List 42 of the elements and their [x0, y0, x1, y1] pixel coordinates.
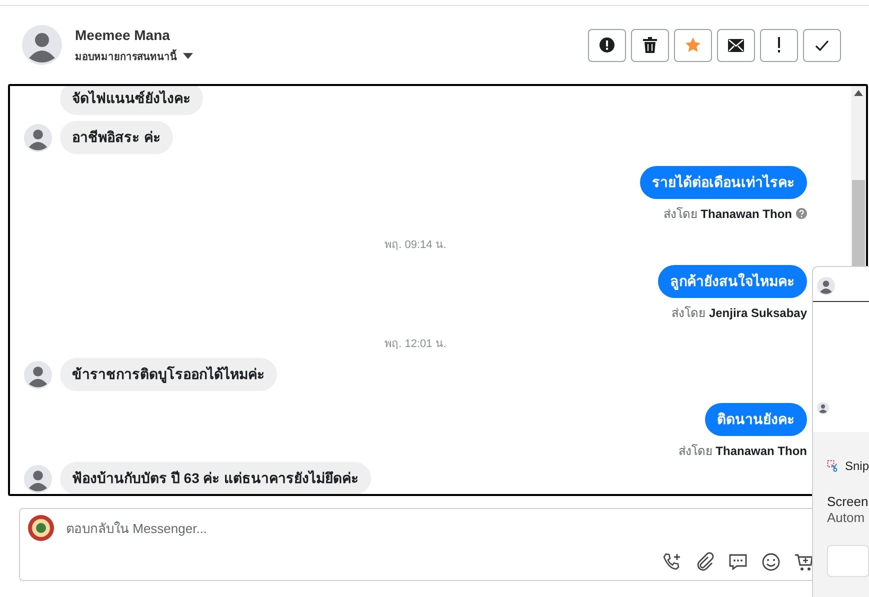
outgoing-message: รายได้ต่อเดือนเท่าไรคะ — [640, 166, 807, 199]
incoming-message: อาชีพอิสระ ค่ะ — [60, 121, 173, 154]
phone-plus-icon[interactable] — [662, 552, 682, 572]
paperclip-icon[interactable] — [695, 552, 715, 572]
page-logo-icon — [28, 515, 54, 541]
checkmark-button[interactable] — [803, 28, 841, 62]
envelope-icon — [728, 38, 744, 52]
exclamation-button[interactable] — [760, 28, 798, 62]
cart-plus-icon[interactable] — [794, 552, 814, 572]
scroll-up-icon[interactable] — [854, 90, 863, 96]
alert-icon — [599, 37, 615, 53]
alert-button[interactable] — [588, 28, 626, 62]
outgoing-message: ลูกค้ายังสนใจไหมคะ — [658, 265, 807, 298]
timestamp: พฤ. 09:14 น. — [384, 238, 446, 253]
sent-by-label: ส่งโดย Thanawan Thon — [678, 443, 807, 460]
avatar-icon — [817, 277, 835, 295]
incoming-message: ข้าราชการติดบูโรออกได้ไหมค่ะ — [60, 358, 277, 391]
checkmark-icon — [815, 40, 829, 50]
assign-conversation-link[interactable]: มอบหมายการสนทนานี้ — [75, 48, 177, 64]
caret-icon[interactable] — [183, 53, 193, 59]
sent-by-label: ส่งโดย Thanawan Thon — [663, 206, 792, 223]
envelope-button[interactable] — [717, 28, 755, 62]
star-icon — [685, 37, 701, 53]
app-name: Snip — [844, 459, 869, 473]
star-button[interactable] — [674, 28, 712, 62]
notification-title: Screen — [826, 493, 869, 509]
incoming-message: จัดไฟแนนซ์ยังไงคะ — [60, 86, 203, 115]
outgoing-message: ติดนานยังคะ — [705, 403, 807, 436]
reply-input[interactable]: ตอบกลับใน Messenger... — [66, 520, 466, 536]
sent-by-label: ส่งโดย Jenjira Suksabay — [672, 305, 807, 322]
trash-button[interactable] — [631, 28, 669, 62]
avatar-icon — [817, 402, 829, 414]
exclamation-icon — [777, 37, 781, 53]
scissors-icon — [827, 458, 839, 474]
contact-name: Meemee Mana — [75, 26, 171, 42]
chat-bubble-icon[interactable] — [728, 552, 748, 572]
incoming-message: ฟ้องบ้านกับบัตร ปี 63 ค่ะ แต่ธนาคารยังไม่ยึดค่ะ — [60, 462, 372, 494]
trash-icon — [643, 37, 657, 53]
timestamp: พฤ. 12:01 น. — [384, 337, 446, 352]
avatar-icon — [22, 25, 62, 65]
notification-text: Autom — [826, 509, 866, 525]
smiley-icon[interactable] — [761, 552, 781, 572]
